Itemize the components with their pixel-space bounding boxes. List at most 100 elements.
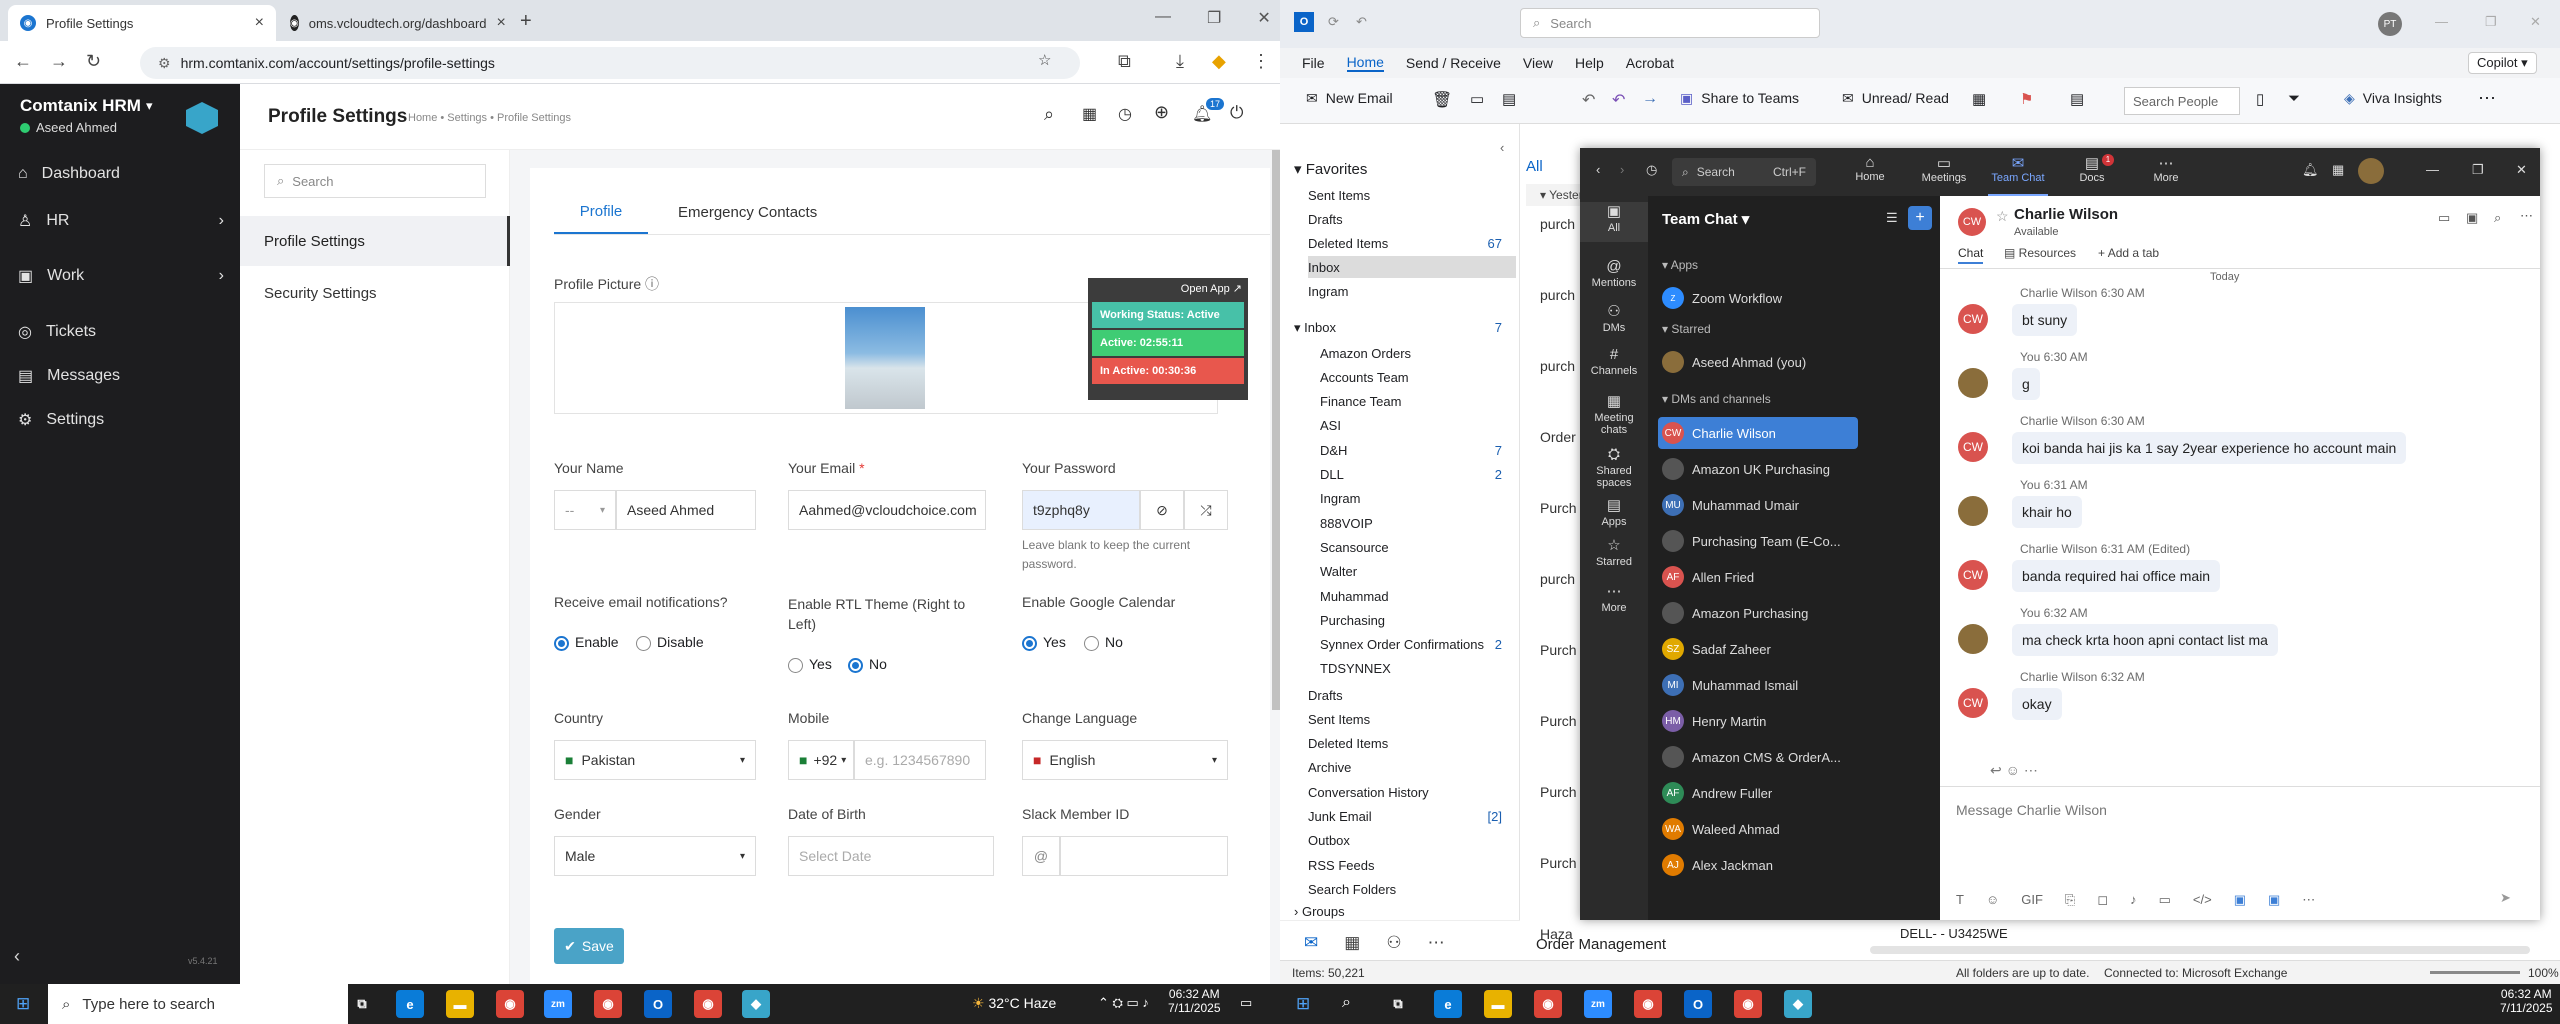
filter-icon[interactable]: ⏷ bbox=[2288, 90, 2300, 107]
file-explorer-icon[interactable]: ▬ bbox=[1484, 990, 1512, 1018]
menu-icon[interactable]: ⋮ bbox=[1252, 51, 1270, 72]
nav-team-chat[interactable]: ✉ Team Chat bbox=[1988, 154, 2048, 196]
edge-icon[interactable]: e bbox=[396, 990, 424, 1018]
app-icon[interactable]: ▣ bbox=[2234, 892, 2246, 908]
video-call-icon[interactable]: ▭ bbox=[2438, 210, 2450, 226]
collapse-icon[interactable]: ‹ bbox=[14, 946, 20, 967]
rail-all[interactable]: ▣ All bbox=[1580, 202, 1648, 242]
folder-asi[interactable]: ASI bbox=[1320, 415, 1516, 437]
dm-muhammad-umair[interactable]: MU Muhammad Umair bbox=[1658, 489, 1858, 521]
folder-archive[interactable]: Archive bbox=[1308, 757, 1516, 779]
extension-icon[interactable]: ◆ bbox=[1212, 51, 1226, 72]
mail-item[interactable]: purch bbox=[1540, 571, 1575, 587]
folder-888voip[interactable]: 888VOIP bbox=[1320, 512, 1516, 534]
dm-andrew-fuller[interactable]: AF Andrew Fuller bbox=[1658, 777, 1858, 809]
tab-chat[interactable]: Chat bbox=[1958, 246, 1984, 264]
more-icon[interactable]: ⋯ bbox=[2520, 208, 2533, 224]
url-bar[interactable]: ⚙ hrm.comtanix.com/account/settings/prof… bbox=[140, 47, 1080, 79]
message-bubble[interactable]: okay bbox=[2012, 688, 2062, 720]
calendar-icon[interactable]: ▦ bbox=[1344, 933, 1360, 953]
menu-dashboard[interactable]: ⌂ Dashboard bbox=[0, 154, 240, 194]
notif-disable-radio[interactable]: Disable bbox=[636, 634, 704, 651]
emoji-icon[interactable]: ☺ bbox=[2006, 762, 2020, 778]
mobile-code-select[interactable]: ■ +92 ▾ bbox=[788, 740, 854, 780]
dm-allen-fried[interactable]: AF Allen Fried bbox=[1658, 561, 1858, 593]
new-tab-button[interactable]: + bbox=[520, 10, 532, 33]
new-chat-button[interactable]: + bbox=[1908, 206, 1932, 230]
star-icon[interactable]: ☆ bbox=[1996, 208, 2009, 225]
chrome-icon[interactable]: ◉ bbox=[1534, 990, 1562, 1018]
mail-item[interactable]: Order bbox=[1540, 429, 1576, 445]
chat-zoom-workflow[interactable]: Z Zoom Workflow bbox=[1658, 282, 1858, 314]
notification-center-icon[interactable]: ▭ bbox=[1240, 995, 1252, 1011]
close-icon[interactable]: ✕ bbox=[1257, 8, 1270, 28]
folder-d-h[interactable]: D&H 7 bbox=[1320, 439, 1516, 461]
loop-icon[interactable]: ◻ bbox=[2097, 892, 2108, 908]
help-icon[interactable]: ⓘ bbox=[645, 276, 659, 292]
hrm-app-icon[interactable]: ◆ bbox=[1784, 990, 1812, 1018]
minimize-icon[interactable]: — bbox=[2426, 162, 2439, 177]
outlook-search-input[interactable]: ⌕ Search bbox=[1520, 8, 1820, 38]
folder-deleted-items[interactable]: Deleted Items bbox=[1308, 733, 1516, 755]
mail-item[interactable]: Purch bbox=[1540, 642, 1577, 658]
delete-icon[interactable]: 🗑︎ bbox=[1432, 90, 1452, 110]
folder-rss-feeds[interactable]: RSS Feeds bbox=[1308, 854, 1516, 876]
folder-amazon-orders[interactable]: Amazon Orders bbox=[1320, 342, 1516, 364]
compose-input[interactable]: Message Charlie Wilson bbox=[1956, 802, 2107, 818]
back-icon[interactable]: ‹ bbox=[1596, 162, 1600, 177]
dm-alex-jackman[interactable]: AJ Alex Jackman bbox=[1658, 849, 1858, 881]
sync-icon[interactable]: ⟳ bbox=[1328, 14, 1339, 30]
settings-search-input[interactable]: ⌕ Search bbox=[264, 164, 486, 198]
move-icon[interactable]: ▤ bbox=[1502, 90, 1516, 108]
folder-outbox[interactable]: Outbox bbox=[1308, 830, 1516, 852]
message-bubble[interactable]: ma check krta hoon apni contact list ma bbox=[2012, 624, 2278, 656]
chat-starred-self[interactable]: Aseed Ahmad (you) bbox=[1658, 346, 1858, 378]
maximize-icon[interactable]: ❐ bbox=[2485, 14, 2497, 30]
tab-profile-settings[interactable]: ◉ Profile Settings × bbox=[8, 5, 276, 41]
flag-icon[interactable]: ⚑ bbox=[2020, 90, 2033, 108]
folder-ingram[interactable]: Ingram bbox=[1308, 280, 1516, 302]
search-icon[interactable]: ⌕ bbox=[2494, 210, 2501, 226]
dob-input[interactable]: Select Date bbox=[788, 836, 994, 876]
people-icon[interactable]: ⚇ bbox=[1386, 933, 1401, 953]
chrome-icon[interactable]: ◉ bbox=[594, 990, 622, 1018]
clock-icon[interactable]: ◷ bbox=[1118, 104, 1132, 124]
clock[interactable]: 06:32 AM 7/11/2025 bbox=[2500, 987, 2553, 1015]
name-input[interactable]: Aseed Ahmed bbox=[616, 490, 756, 530]
zoom-slider[interactable] bbox=[2430, 971, 2520, 974]
history-icon[interactable]: ◷ bbox=[1646, 162, 1657, 178]
mail-item[interactable]: Purch bbox=[1540, 713, 1577, 729]
nav-home[interactable]: ⌂ Home bbox=[1840, 154, 1900, 196]
rail-channels[interactable]: # Channels bbox=[1580, 346, 1648, 377]
menu-view[interactable]: View bbox=[1523, 55, 1553, 71]
nav-security-settings[interactable]: Security Settings bbox=[240, 268, 510, 318]
folder-purchasing[interactable]: Purchasing bbox=[1320, 609, 1516, 631]
gif-icon[interactable]: GIF bbox=[2021, 892, 2043, 908]
more-icon[interactable]: ⋯ bbox=[2302, 892, 2315, 908]
folder-drafts[interactable]: Drafts bbox=[1308, 208, 1516, 230]
reload-icon[interactable]: ↻ bbox=[86, 51, 101, 72]
outlook-icon[interactable]: O bbox=[1684, 990, 1712, 1018]
new-email-button[interactable]: ✉ New Email bbox=[1306, 90, 1393, 107]
mobile-input[interactable]: e.g. 1234567890 bbox=[854, 740, 986, 780]
search-icon[interactable]: ⌕ bbox=[1044, 104, 1054, 125]
mail-icon[interactable]: ✉ bbox=[1304, 933, 1318, 953]
viva-insights-button[interactable]: ◈ Viva Insights bbox=[2344, 90, 2442, 107]
dm-charlie-wilson[interactable]: CW Charlie Wilson bbox=[1658, 417, 1858, 449]
salutation-select[interactable]: -- ▾ bbox=[554, 490, 616, 530]
attach-icon[interactable]: ⎘ bbox=[2065, 892, 2075, 908]
email-input[interactable]: Aahmed@vcloudchoice.com bbox=[788, 490, 986, 530]
format-icon[interactable]: T bbox=[1956, 892, 1964, 908]
forward-icon[interactable]: › bbox=[1620, 162, 1624, 177]
emoji-icon[interactable]: ☺ bbox=[1986, 892, 1999, 908]
windows-start-icon[interactable]: ⊞ bbox=[16, 994, 30, 1014]
folder-dll[interactable]: DLL 2 bbox=[1320, 464, 1516, 486]
open-app-link[interactable]: Open App ↗ bbox=[1181, 282, 1242, 295]
tab-resources[interactable]: ▤ Resources bbox=[2004, 246, 2076, 260]
menu-file[interactable]: File bbox=[1302, 55, 1325, 71]
menu-home[interactable]: Home bbox=[1346, 54, 1384, 72]
dm-amazon-purchasing[interactable]: Amazon Purchasing bbox=[1658, 597, 1858, 629]
minimize-icon[interactable]: — bbox=[1155, 8, 1171, 28]
dm-amazon-uk-purchasing[interactable]: Amazon UK Purchasing bbox=[1658, 453, 1858, 485]
tab-oms-dashboard[interactable]: ◉ oms.vcloudtech.org/dashboard × bbox=[278, 5, 516, 41]
